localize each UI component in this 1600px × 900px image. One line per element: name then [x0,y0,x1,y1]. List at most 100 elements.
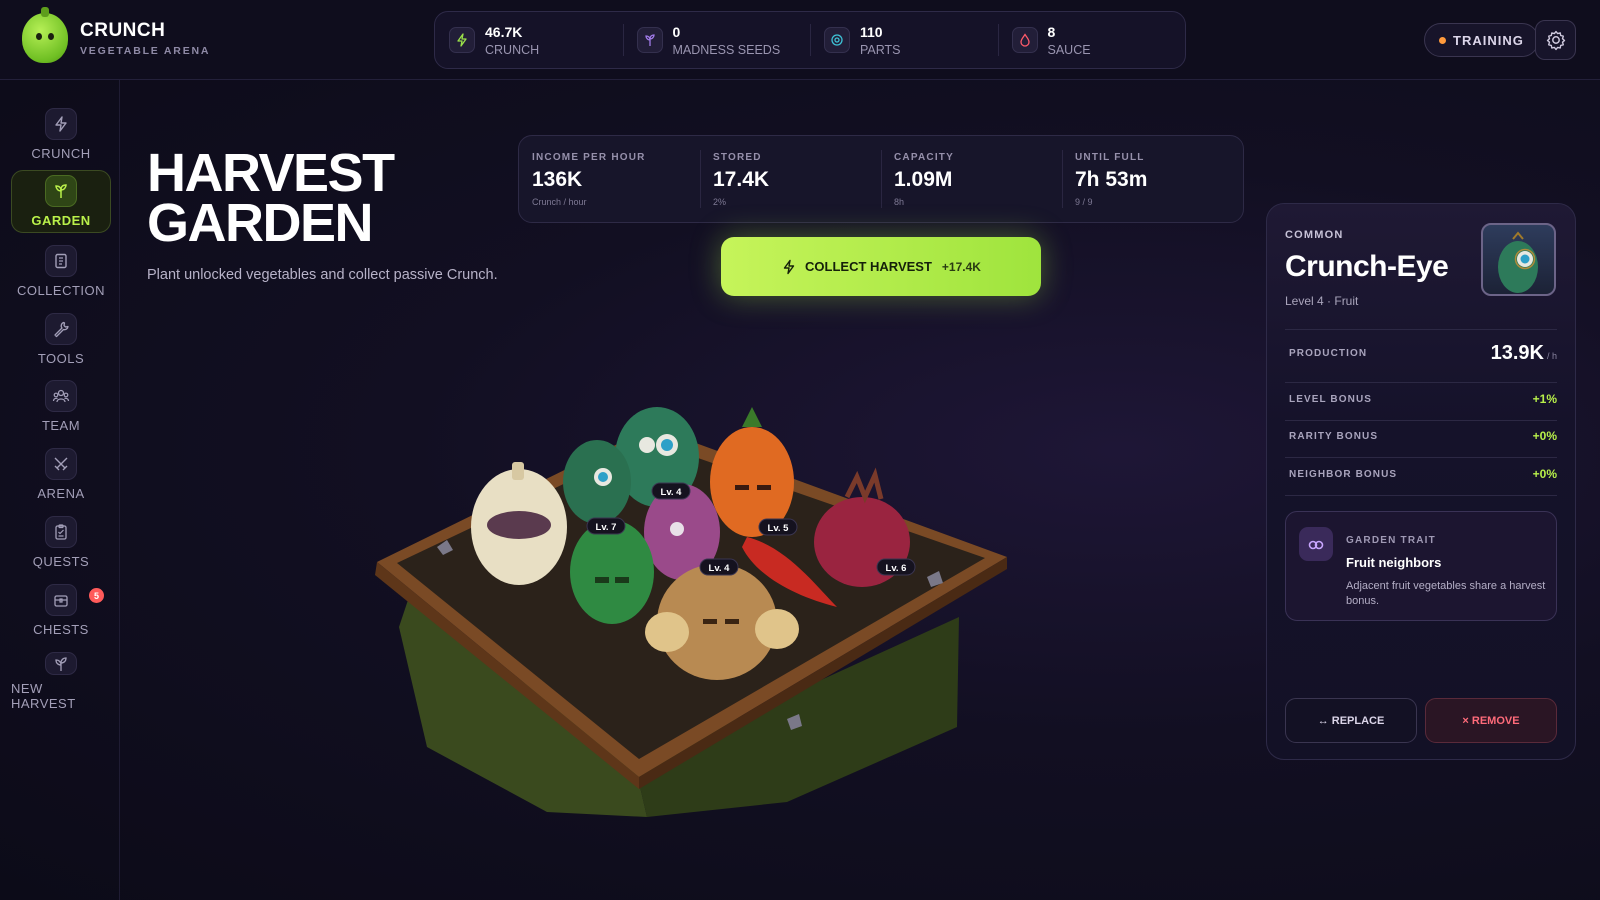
sprout-icon [45,175,77,207]
bonus-label: LEVEL BONUS [1289,393,1373,405]
swords-icon [45,448,77,480]
bonus-label: RARITY BONUS [1289,430,1379,442]
gear-icon [1546,30,1565,51]
stat-stored: STORED 17.4K 2% [700,136,881,222]
sidebar-item-collection[interactable]: COLLECTION [11,241,111,304]
stat-value: 136K [532,168,583,191]
page-title: HARVEST GARDEN [147,143,467,253]
sidebar-item-new-harvest[interactable]: NEW HARVEST [11,648,111,711]
stat-income-per-hour: INCOME PER HOUR 136K Crunch / hour [519,136,700,222]
bonus-value: +0% [1532,467,1557,481]
sidebar-item-team[interactable]: TEAM [11,376,111,439]
bolt-icon [783,259,795,274]
resource-madness-seeds[interactable]: 0 MADNESS SEEDS [622,12,811,68]
brand-subtitle: VEGETABLE ARENA [80,44,211,57]
sidebar-item-label: COLLECTION [16,283,106,298]
stat-sub: 9 / 9 [1075,197,1093,207]
sidebar-item-label: GARDEN [31,213,91,228]
vegetable-carrot[interactable] [710,407,794,537]
brand-name: CRUNCH [80,19,166,41]
stat-sub: 8h [894,197,905,207]
stat-value: 17.4K [713,168,770,191]
divider [1285,457,1557,458]
sidebar-item-label: ARENA [37,486,85,501]
level-badge[interactable]: Lv. 7 [586,517,626,535]
resource-label: SAUCE [1047,42,1091,57]
trait-kicker: GARDEN TRAIT [1346,535,1436,546]
remove-button[interactable]: × REMOVE [1425,698,1557,743]
trait-title: Fruit neighbors [1346,555,1442,570]
bolt-icon [45,108,77,140]
status-dot [1439,36,1446,44]
bonus-value: +1% [1532,392,1557,406]
bolt-icon [449,27,475,53]
production-value: 13.9K [1490,342,1544,364]
drop-icon [1011,27,1038,53]
stat-until-full: UNTIL FULL 7h 53m 9 / 9 [1062,136,1243,222]
level-badge[interactable]: Lv. 4 [651,482,691,500]
sidebar-item-label: CHESTS [33,622,89,637]
sidebar-item-garden[interactable]: GARDEN [11,170,111,233]
sidebar-item-label: QUESTS [32,554,90,569]
divider [1285,495,1557,496]
sidebar-item-quests[interactable]: QUESTS [11,512,111,575]
resource-value: 110 [860,23,883,40]
sidebar-item-tools[interactable]: TOOLS [11,309,111,372]
resource-label: PARTS [860,42,901,57]
level-badge[interactable]: Lv. 4 [699,558,739,576]
link-icon [1299,527,1333,561]
collect-harvest-bonus: +17.4K [941,259,981,274]
bonus-row-rarity: RARITY BONUS +0% [1289,429,1557,443]
resource-sauce[interactable]: 8 SAUCE [997,12,1186,68]
stat-sub: 2% [713,197,727,207]
collect-harvest-label: COLLECT HARVEST [805,259,932,274]
level-badge[interactable]: Lv. 5 [758,518,798,536]
resource-parts[interactable]: 110 PARTS [810,12,998,68]
sidebar-item-label: NEW HARVEST [11,681,76,711]
vegetable-meta: Level 4 · Fruit [1285,294,1359,308]
clipboard-icon [45,516,77,548]
team-icon [45,380,77,412]
top-bar: CRUNCH VEGETABLE ARENA 46.7K CRUNCH 0 MA… [0,0,1600,80]
wrench-icon [45,313,77,345]
book-icon [45,245,77,277]
replace-button[interactable]: ↔ REPLACE [1285,698,1417,743]
vegetable-broccoli[interactable] [570,520,654,624]
page-title-line: HARVEST [147,143,395,203]
divider [1285,382,1557,383]
settings-button[interactable] [1535,20,1576,60]
level-badge-label: Lv. 7 [596,522,617,533]
bonus-row-neighbor: NEIGHBOR BONUS +0% [1289,467,1557,481]
chest-icon [45,584,77,616]
resource-value: 0 [672,23,681,40]
brand[interactable]: CRUNCH VEGETABLE ARENA [22,7,211,63]
level-badge-label: Lv. 4 [709,563,731,574]
sidebar-item-crunch[interactable]: CRUNCH [11,104,111,167]
training-label: TRAINING [1453,32,1524,48]
sidebar-item-chests[interactable]: CHESTS 5 [11,580,111,643]
level-badge[interactable]: Lv. 6 [876,558,916,576]
notification-badge: 5 [89,588,104,603]
resource-label: MADNESS SEEDS [672,42,781,57]
vegetable-name: Crunch-Eye [1285,250,1449,283]
resource-label: CRUNCH [485,42,540,57]
garden-scene[interactable]: Lv. 4 Lv. 7 Lv. 5 Lv. 4 Lv. 6 [147,347,1241,827]
sidebar-item-label: TEAM [41,418,81,433]
training-button[interactable]: TRAINING [1424,23,1539,57]
sprout-icon [636,27,663,53]
sidebar-item-arena[interactable]: ARENA [11,444,111,507]
trait-description: Adjacent fruit vegetables share a harves… [1346,580,1546,607]
divider [1285,329,1557,330]
level-badge-label: Lv. 5 [768,523,790,534]
resource-crunch[interactable]: 46.7K CRUNCH [435,12,623,68]
resource-value: 8 [1047,23,1056,40]
page-title-line: GARDEN [147,193,374,253]
stat-label: CAPACITY [894,152,954,163]
garden-stats: INCOME PER HOUR 136K Crunch / hour STORE… [518,135,1244,223]
collect-harvest-button[interactable]: COLLECT HARVEST +17.4K [721,237,1041,296]
rarity-label: COMMON [1285,229,1344,241]
stat-capacity: CAPACITY 1.09M 8h [881,136,1062,222]
bonus-value: +0% [1532,429,1557,443]
resource-bar: 46.7K CRUNCH 0 MADNESS SEEDS 110 PARTS 8… [434,11,1186,69]
divider [1285,420,1557,421]
